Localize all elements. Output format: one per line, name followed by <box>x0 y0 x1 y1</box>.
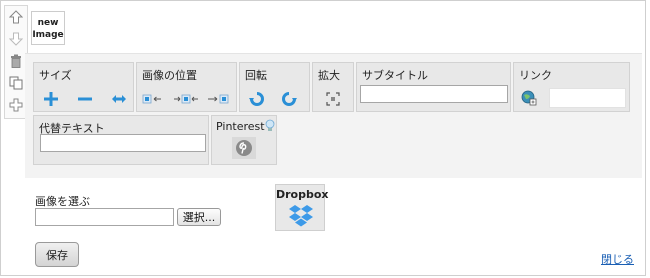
align-right-icon[interactable] <box>205 91 231 107</box>
alt-text-input[interactable] <box>40 134 206 152</box>
link-globe-icon[interactable] <box>519 88 539 108</box>
pinterest-icon[interactable] <box>232 137 256 159</box>
expand-icon[interactable] <box>325 91 341 107</box>
lightbulb-icon[interactable] <box>264 118 276 134</box>
subtitle-panel: サブタイトル <box>356 62 511 112</box>
rotate-panel: 回転 <box>239 62 310 112</box>
position-panel-title: 画像の位置 <box>142 69 197 82</box>
save-button[interactable]: 保存 <box>35 242 79 267</box>
link-panel: リンク <box>513 62 630 112</box>
dropbox-icon <box>288 204 314 228</box>
thumbnail-line2: Image <box>32 30 64 40</box>
image-editor: new Image サイズ 画像の位置 回転 拡大 サブタイトル リンク 代替テ… <box>0 0 646 276</box>
dropbox-label: Dropbox <box>276 188 329 201</box>
rotate-right-icon[interactable] <box>280 90 298 108</box>
arrow-up-icon[interactable] <box>7 8 25 26</box>
image-thumbnail[interactable]: new Image <box>31 11 65 45</box>
rotate-left-icon[interactable] <box>248 90 266 108</box>
alt-text-panel: 代替テキスト <box>33 115 209 165</box>
fit-width-icon[interactable] <box>110 91 128 107</box>
zoom-panel: 拡大 <box>312 62 354 112</box>
trash-icon[interactable] <box>7 52 25 70</box>
thumbnail-line1: new <box>37 18 59 28</box>
pinterest-panel-title: Pinterest <box>216 120 265 133</box>
pinterest-panel: Pinterest <box>211 115 277 165</box>
image-file-input[interactable] <box>35 208 174 226</box>
subtitle-input[interactable] <box>360 85 508 103</box>
add-icon[interactable] <box>7 96 25 114</box>
size-panel-title: サイズ <box>39 69 72 82</box>
arrow-down-icon[interactable] <box>7 30 25 48</box>
close-link[interactable]: 閉じる <box>601 251 634 267</box>
link-url-input[interactable] <box>549 88 626 108</box>
select-file-button[interactable]: 選択... <box>177 208 221 226</box>
subtitle-panel-title: サブタイトル <box>362 69 428 82</box>
rotate-panel-title: 回転 <box>245 69 267 82</box>
size-panel: サイズ <box>33 62 134 112</box>
enlarge-plus-icon[interactable] <box>42 91 60 107</box>
align-center-icon[interactable] <box>173 91 199 107</box>
dropbox-button[interactable]: Dropbox <box>275 184 329 231</box>
choose-image-label: 画像を選ぶ <box>35 195 90 208</box>
zoom-panel-title: 拡大 <box>318 69 340 82</box>
shrink-minus-icon[interactable] <box>76 91 94 107</box>
image-settings-toolbox: サイズ 画像の位置 回転 拡大 サブタイトル リンク 代替テキスト Pinter… <box>25 53 642 178</box>
link-panel-title: リンク <box>519 69 552 82</box>
align-left-icon[interactable] <box>142 91 168 107</box>
copy-icon[interactable] <box>7 74 25 92</box>
position-panel: 画像の位置 <box>136 62 237 112</box>
